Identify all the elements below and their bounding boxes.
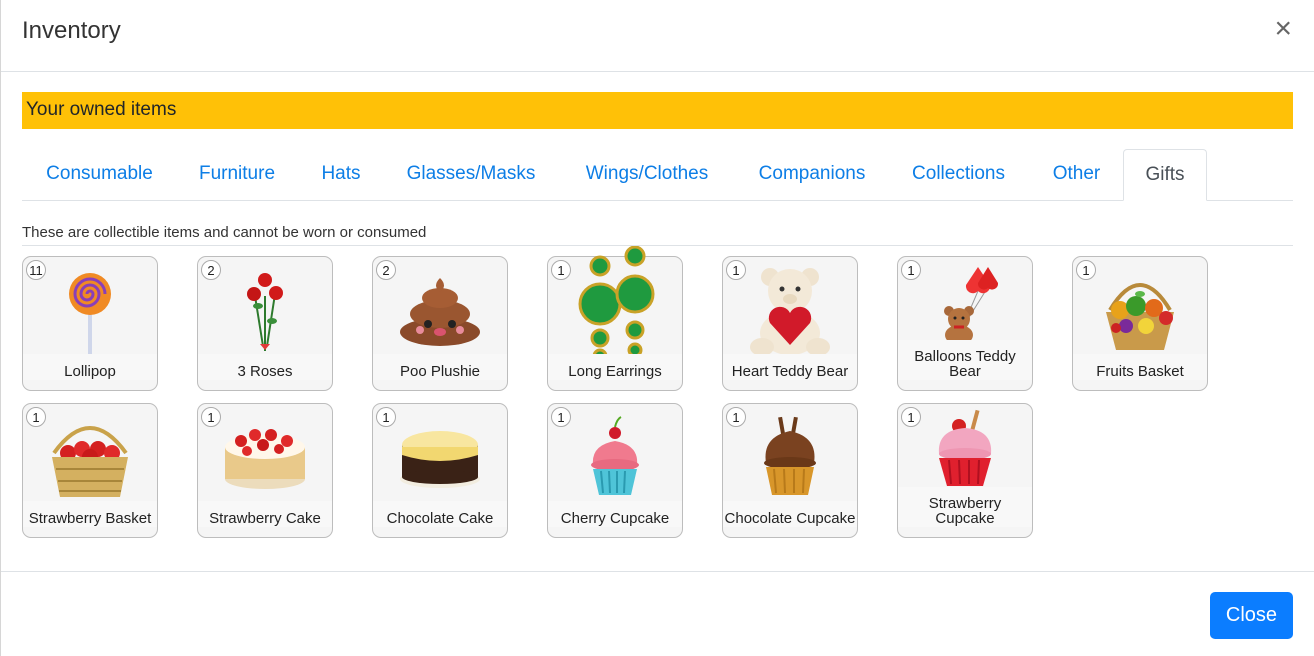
item-name: 3 Roses (198, 354, 332, 380)
item-name: Strawberry Cupcake (898, 487, 1032, 527)
item-name: Balloons Teddy Bear (898, 340, 1032, 380)
item-card-strawberry-basket[interactable]: 1 Strawberry Basket (22, 403, 158, 538)
item-card-balloons-teddy-bear[interactable]: 1 Balloons Teddy Bear (897, 256, 1033, 391)
item-card-chocolate-cupcake[interactable]: 1 Chocolate Cupcake (722, 403, 858, 538)
item-count: 11 (26, 260, 46, 280)
item-name: Long Earrings (548, 354, 682, 380)
item-count: 1 (551, 260, 571, 280)
collectible-note: These are collectible items and cannot b… (22, 224, 427, 241)
footer-divider (1, 571, 1314, 572)
item-count: 2 (376, 260, 396, 280)
item-count: 1 (201, 407, 221, 427)
item-card-fruits-basket[interactable]: 1 Fruits Basket (1072, 256, 1208, 391)
tab-wings-clothes[interactable]: Wings/Clothes (557, 149, 737, 200)
item-card-cherry-cupcake[interactable]: 1 Cherry Cupcake (547, 403, 683, 538)
tab-companions[interactable]: Companions (737, 149, 887, 200)
banner-text: Your owned items (26, 99, 177, 120)
item-count: 1 (726, 407, 746, 427)
item-name: Heart Teddy Bear (723, 354, 857, 380)
item-card-heart-teddy-bear[interactable]: 1 Heart Teddy Bear (722, 256, 858, 391)
item-count: 1 (901, 407, 921, 427)
modal-title: Inventory (22, 17, 121, 44)
tab-collections[interactable]: Collections (887, 149, 1030, 200)
close-button[interactable]: Close (1210, 592, 1293, 639)
item-count: 1 (551, 407, 571, 427)
tab-gifts[interactable]: Gifts (1123, 149, 1207, 201)
item-name: Lollipop (23, 354, 157, 380)
item-card-3-roses[interactable]: 2 3 Roses (197, 256, 333, 391)
item-count: 2 (201, 260, 221, 280)
tab-furniture[interactable]: Furniture (177, 149, 297, 200)
item-card-poo-plushie[interactable]: 2 Poo Plushie (372, 256, 508, 391)
item-count: 1 (901, 260, 921, 280)
item-name: Strawberry Cake (198, 501, 332, 527)
close-icon[interactable]: × (1274, 14, 1292, 44)
item-name: Cherry Cupcake (548, 501, 682, 527)
tab-consumable[interactable]: Consumable (22, 149, 177, 200)
tab-hats[interactable]: Hats (297, 149, 385, 200)
item-name: Chocolate Cake (373, 501, 507, 527)
tab-glasses-masks[interactable]: Glasses/Masks (385, 149, 557, 200)
item-card-chocolate-cake[interactable]: 1 Chocolate Cake (372, 403, 508, 538)
category-tabs: Consumable Furniture Hats Glasses/Masks … (22, 149, 1293, 201)
item-name: Strawberry Basket (23, 501, 157, 527)
item-name: Chocolate Cupcake (723, 501, 857, 527)
tab-other[interactable]: Other (1030, 149, 1123, 200)
owned-items-banner: Your owned items (22, 92, 1293, 129)
item-card-strawberry-cupcake[interactable]: 1 Strawberry Cupcake (897, 403, 1033, 538)
item-name: Poo Plushie (373, 354, 507, 380)
item-card-long-earrings[interactable]: 1 Long Earrings (547, 246, 683, 391)
item-count: 1 (26, 407, 46, 427)
inventory-modal: Inventory × Your owned items Consumable … (0, 0, 1314, 656)
item-card-lollipop[interactable]: 11 Lollipop (22, 256, 158, 391)
item-count: 1 (1076, 260, 1096, 280)
modal-header: Inventory × (1, 0, 1314, 72)
item-name: Fruits Basket (1073, 354, 1207, 380)
item-count: 1 (376, 407, 396, 427)
item-count: 1 (726, 260, 746, 280)
item-card-strawberry-cake[interactable]: 1 Strawberry Cake (197, 403, 333, 538)
